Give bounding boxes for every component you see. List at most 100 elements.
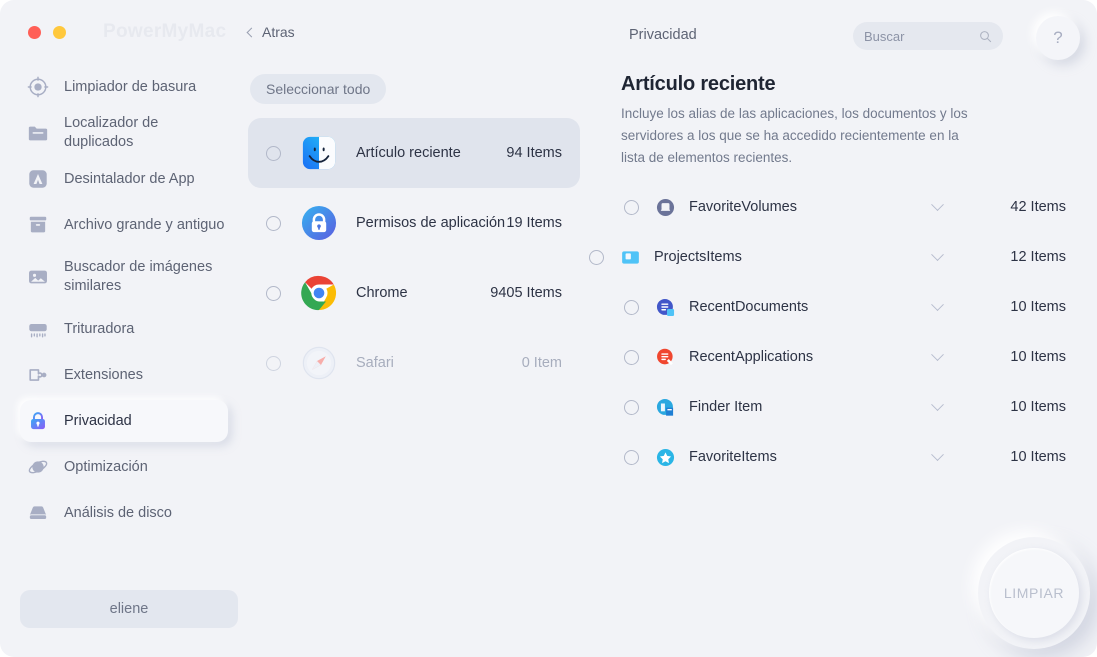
disk-icon [26,501,50,525]
list-item-count: 94 Items [506,145,562,161]
sidebar-item-archivo-grande-y-antiguo[interactable]: Archivo grande y antiguo [20,204,228,246]
table-row[interactable]: Finder Item 10 Items [614,382,1080,432]
sidebar-item-desintalador-de-app[interactable]: Desintalador de App [20,158,228,200]
close-button[interactable] [28,26,41,39]
sidebar-item-label: Optimización [64,458,148,475]
app-permissions-icon [300,204,338,242]
select-all-button[interactable]: Seleccionar todo [250,74,387,104]
help-icon: ? [1053,28,1063,47]
chevron-down-icon[interactable] [931,397,944,411]
sidebar-item-label: Análisis de disco [64,504,172,521]
help-button[interactable]: ? [1036,16,1080,60]
documents-icon [655,297,675,317]
extension-icon [26,363,50,387]
table-row[interactable]: RecentDocuments 10 Items [614,282,1080,332]
chevron-down-icon[interactable] [931,197,944,211]
sidebar-item-label: Limpiador de basura [64,78,197,95]
table-row-count: 42 Items [1010,199,1066,215]
table-row-count: 10 Items [1010,299,1066,315]
table-row-label: FavoriteItems [689,449,777,465]
list-item-label: Chrome [356,284,408,301]
chevron-down-icon[interactable] [931,247,944,261]
radio-button[interactable] [624,199,639,215]
list-item[interactable]: Artículo reciente 94 Items [248,118,580,188]
chevron-down-icon[interactable] [931,447,944,461]
back-button-label: Atras [262,24,295,40]
radio-button[interactable] [589,249,604,265]
sidebar-item-label: Desintalador de App [64,170,195,187]
box-icon [26,213,50,237]
app-title: PowerMyMac [103,21,227,42]
sidebar-item-privacidad[interactable]: Privacidad [20,400,228,442]
middle-panel: Seleccionar todo Artículo reciente 94 It… [246,62,598,657]
sidebar-bottom-button[interactable]: eliene [20,590,238,628]
back-button[interactable]: Atras [246,24,295,40]
app-window: PowerMyMac Atras Privacidad Buscar ? Lim… [0,0,1097,657]
table-row-count: 10 Items [1010,399,1066,415]
list-item-label: Artículo reciente [356,144,461,161]
volume-icon [655,197,675,217]
table-row[interactable]: FavoriteVolumes 42 Items [614,182,1080,232]
radio-button[interactable] [624,349,639,365]
detail-list: FavoriteVolumes 42 Items ProjectsItems 1… [589,182,1080,482]
radio-button[interactable] [266,285,281,301]
appstore-icon [26,167,50,191]
list-item[interactable]: Permisos de aplicación 19 Items [248,188,580,258]
radio-button[interactable] [266,145,281,161]
sidebar-item-extensiones[interactable]: Extensiones [20,354,228,396]
list-item-count: 19 Items [506,215,562,231]
finder-icon [300,134,338,172]
radio-button[interactable] [624,399,639,415]
search-input[interactable]: Buscar [853,22,1003,50]
sidebar-item-limpiador-de-basura[interactable]: Limpiador de basura [20,66,228,108]
list-item[interactable]: Safari 0 Item [248,328,580,398]
sidebar-item-label: Extensiones [64,366,143,383]
table-row-count: 10 Items [1010,349,1066,365]
sidebar-item-optimizacion[interactable]: Optimización [20,446,228,488]
chrome-icon [300,274,338,312]
chevron-down-icon[interactable] [931,297,944,311]
list-item-count: 9405 Items [490,285,562,301]
radio-button[interactable] [266,355,281,371]
table-row-label: FavoriteVolumes [689,199,797,215]
sidebar-item-buscador-de-imagenes-similares[interactable]: Buscador de imágenes similares [20,250,228,304]
minimize-button[interactable] [53,26,66,39]
window-controls [28,26,66,39]
list-item-count: 0 Item [521,355,562,371]
table-row[interactable]: RecentApplications 10 Items [614,332,1080,382]
table-row-count: 10 Items [1010,449,1066,465]
sidebar-item-label: Buscador de imágenes similares [64,259,213,294]
list-item[interactable]: Chrome 9405 Items [248,258,580,328]
lock-icon [26,409,50,433]
sidebar-item-trituradora[interactable]: Trituradora [20,308,228,350]
chevron-left-icon [246,27,257,37]
search-placeholder: Buscar [864,28,905,44]
table-row[interactable]: FavoriteItems 10 Items [614,432,1080,482]
favorites-icon [655,447,675,467]
sidebar-item-label: Trituradora [64,320,135,337]
list-item-label: Safari [356,354,394,371]
image-icon [26,265,50,289]
sidebar-item-label: Archivo grande y antiguo [64,216,225,233]
target-icon [26,75,50,99]
folder-icon [26,121,50,145]
shredder-icon [26,317,50,341]
page-description: Incluye los alias de las aplicaciones, l… [621,106,968,165]
finder-item-icon [655,397,675,417]
sidebar-item-label: Privacidad [64,412,132,429]
table-row-count: 12 Items [1010,249,1066,265]
optimize-icon [26,455,50,479]
sidebar-item-analisis-de-disco[interactable]: Análisis de disco [20,492,228,534]
section-title: Privacidad [629,27,697,43]
sidebar-item-localizador-de-duplicados[interactable]: Localizador de duplicados [20,112,228,154]
table-row-label: Finder Item [689,399,763,415]
search-icon [980,30,992,42]
table-row[interactable]: ProjectsItems 12 Items [589,232,1080,282]
radio-button[interactable] [624,449,639,465]
radio-button[interactable] [266,215,281,231]
table-row-label: RecentDocuments [689,299,809,315]
radio-button[interactable] [624,299,639,315]
clean-button[interactable]: LIMPIAR [989,548,1079,638]
table-row-label: ProjectsItems [654,249,742,265]
chevron-down-icon[interactable] [931,347,944,361]
